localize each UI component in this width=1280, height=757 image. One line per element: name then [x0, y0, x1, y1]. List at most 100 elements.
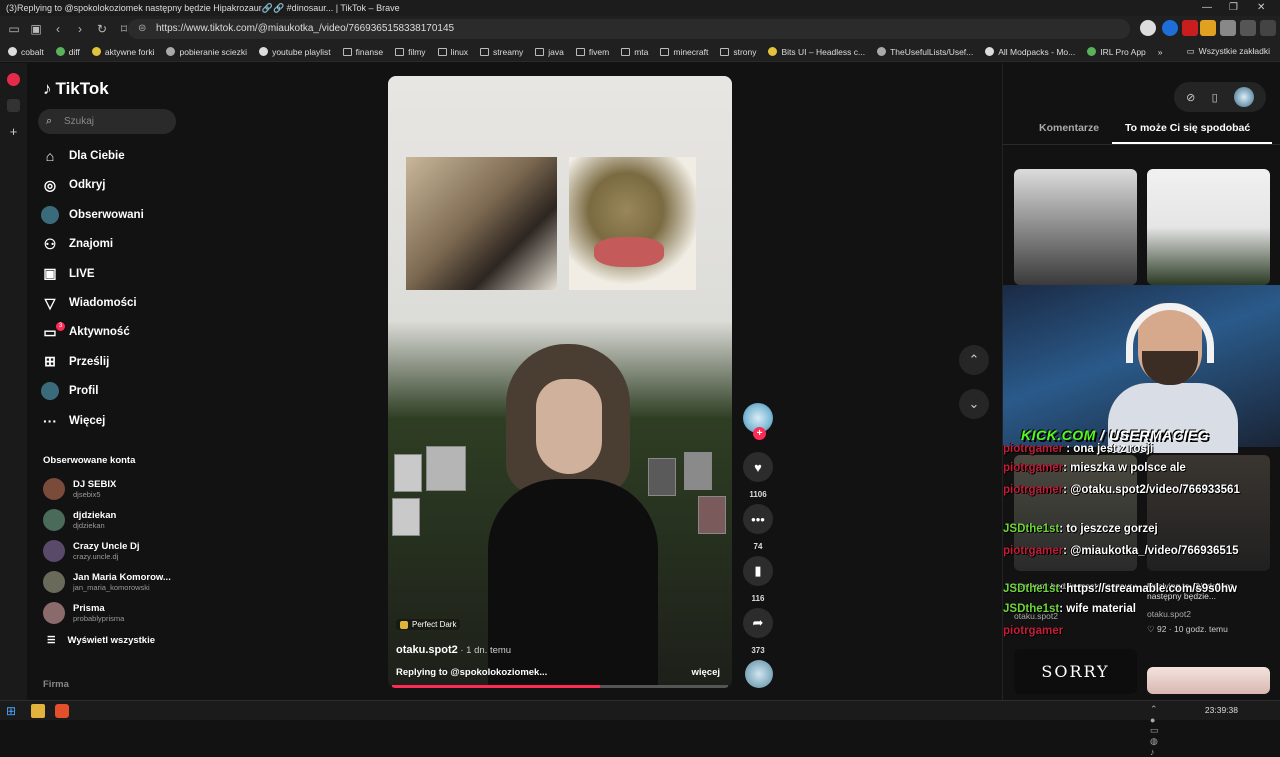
- maximize-icon[interactable]: ❐: [1229, 0, 1238, 16]
- bookmark-item[interactable]: minecraft: [660, 47, 708, 57]
- close-icon[interactable]: ✕: [1257, 0, 1265, 16]
- compass-icon[interactable]: ⊘: [1186, 91, 1195, 104]
- avatar: [43, 571, 65, 593]
- nav-item-prześlij[interactable]: ⊞ Prześlij: [41, 349, 191, 375]
- avatar: [43, 509, 65, 531]
- all-bookmarks[interactable]: ▭ Wszystkie zakładki: [1187, 46, 1270, 57]
- bookmark-item[interactable]: IRL Pro App: [1087, 47, 1146, 57]
- user-avatar[interactable]: [1233, 87, 1254, 107]
- share-button[interactable]: ➦ 373: [742, 608, 774, 655]
- back-icon[interactable]: ‹: [50, 21, 66, 37]
- comment-button[interactable]: ••• 74: [742, 504, 774, 551]
- extensions-menu-icon[interactable]: [1220, 20, 1236, 36]
- video-author[interactable]: otaku.spot2 · 1 dn. temu: [396, 644, 511, 656]
- next-video-button[interactable]: ⌄: [959, 389, 989, 419]
- tab-recommended[interactable]: To może Ci się spodobać: [1125, 122, 1250, 134]
- sidebar-icon[interactable]: ▭: [6, 21, 22, 37]
- folder-icon: [575, 47, 585, 56]
- followed-accounts-title: Obserwowane konta: [43, 455, 136, 466]
- tiktok-logo[interactable]: ♪ TikTok: [43, 79, 109, 99]
- tab-comments[interactable]: Komentarze: [1039, 122, 1099, 134]
- browser-side-rail: +: [0, 63, 27, 700]
- bookmark-item[interactable]: strony: [720, 47, 756, 57]
- show-all-button[interactable]: ☰ Wyświetl wszystkie: [47, 635, 155, 646]
- follow-button[interactable]: +: [753, 427, 766, 440]
- reload-icon[interactable]: ↻: [94, 21, 110, 37]
- streamer: [1108, 303, 1238, 453]
- video-thumbnail[interactable]: SORRY: [1014, 649, 1137, 694]
- search-icon: ⌕: [46, 115, 53, 127]
- video-thumbnail[interactable]: [1147, 169, 1270, 285]
- save-button[interactable]: ▮ 116: [742, 556, 774, 603]
- nav-item-live[interactable]: ▣ LIVE: [41, 261, 191, 287]
- video-progress-bar[interactable]: [392, 685, 728, 688]
- nav-item-wiadomości[interactable]: ▽ Wiadomości: [41, 290, 191, 316]
- nav-item-znajomi[interactable]: ⚇ Znajomi: [41, 231, 191, 257]
- extension-icon[interactable]: [1200, 20, 1216, 36]
- nav-item-profil[interactable]: Profil: [41, 378, 191, 404]
- bookmark-item[interactable]: streamy: [480, 47, 523, 57]
- music-tag[interactable]: Perfect Dark: [396, 619, 461, 630]
- bookmark-item[interactable]: TheUsefulLists/Usef...: [877, 47, 973, 57]
- nav-item-aktywność[interactable]: ▭ Aktywność: [41, 319, 191, 345]
- bookmark-item[interactable]: pobieranie sciezki: [166, 47, 247, 57]
- windows-start-icon[interactable]: ⊞: [6, 704, 20, 718]
- bookmark-item[interactable]: filmy: [395, 47, 426, 57]
- chat-message: piotrgamer: [1003, 625, 1063, 637]
- music-disc-icon[interactable]: [745, 660, 773, 688]
- video-thumbnail[interactable]: [1014, 169, 1137, 285]
- bookmark-item[interactable]: diff: [55, 47, 80, 57]
- video-thumbnail[interactable]: [1147, 667, 1270, 694]
- add-icon[interactable]: +: [7, 125, 20, 138]
- brave-shields-icon[interactable]: [1140, 20, 1156, 36]
- footer-company-link[interactable]: Firma: [43, 679, 69, 690]
- bookmark-item[interactable]: finanse: [342, 47, 383, 57]
- nav-item-obserwowani[interactable]: Obserwowani: [41, 202, 191, 228]
- previous-video-button[interactable]: ⌃: [959, 345, 989, 375]
- bookmark-item[interactable]: cobalt: [8, 47, 44, 57]
- folder-icon: [395, 47, 405, 56]
- brave-taskbar-icon[interactable]: [55, 704, 69, 718]
- chat-username: piotrgamer: [1003, 625, 1064, 637]
- bookmark-item[interactable]: java: [535, 47, 564, 57]
- search-input[interactable]: ⌕ Szukaj: [38, 109, 176, 134]
- followed-account[interactable]: Crazy Uncle Dj crazy.uncle.dj: [43, 538, 140, 564]
- tray-icons[interactable]: ⌃ ● ▭ ◍ ♪: [1150, 704, 1164, 757]
- nav-item-więcej[interactable]: ··· Więcej: [41, 408, 191, 434]
- menu-icon[interactable]: [1260, 20, 1276, 36]
- bookmark-item[interactable]: Bits UI – Headless c...: [768, 47, 865, 57]
- phone-icon[interactable]: ▯: [1212, 91, 1218, 104]
- like-button[interactable]: ♥ 1106: [742, 452, 774, 499]
- wallet-icon[interactable]: [1240, 20, 1256, 36]
- followed-account[interactable]: Jan Maria Komorow... jan_maria_komorowski: [43, 569, 171, 595]
- video-player[interactable]: Perfect Dark otaku.spot2 · 1 dn. temu Re…: [388, 76, 732, 688]
- forward-icon[interactable]: ›: [72, 21, 88, 37]
- followed-account[interactable]: djdziekan djdziekan: [43, 507, 116, 533]
- followed-account[interactable]: DJ SEBIX djsebix5: [43, 476, 116, 502]
- address-bar[interactable]: ⊜ https://www.tiktok.com/@miaukotka_/vid…: [128, 19, 1130, 39]
- thumbnail-meta: ♡ 92 · 10 godz. temu: [1147, 624, 1228, 634]
- github-icon: [877, 47, 887, 56]
- chevron-down-icon: ⌄: [968, 396, 980, 411]
- bookmark-item[interactable]: fivem: [575, 47, 609, 57]
- more-icon: ···: [43, 412, 57, 429]
- tiktok-tab-icon[interactable]: [7, 99, 20, 112]
- minimize-icon[interactable]: —: [1202, 0, 1212, 16]
- tabs-icon[interactable]: ▣: [28, 21, 44, 37]
- notification-icon[interactable]: [7, 73, 20, 86]
- bookmark-item[interactable]: linux: [437, 47, 468, 57]
- followed-account[interactable]: Prisma probablyprisma: [43, 600, 124, 626]
- file-explorer-icon[interactable]: [31, 704, 45, 718]
- extension-icon[interactable]: [1182, 20, 1198, 36]
- bookmark-item[interactable]: aktywne forki: [91, 47, 154, 57]
- bookmark-item[interactable]: All Modpacks - Mo...: [985, 47, 1075, 57]
- bookmarks-overflow-button[interactable]: »: [1158, 47, 1163, 57]
- nav-item-dla-ciebie[interactable]: ⌂ Dla Ciebie: [41, 143, 191, 169]
- extension-icon[interactable]: [1162, 20, 1178, 36]
- bookmark-item[interactable]: mta: [621, 47, 648, 57]
- account-name: Jan Maria Komorow...: [73, 572, 171, 583]
- nav-item-odkryj[interactable]: ◎ Odkryj: [41, 172, 191, 198]
- bookmark-item[interactable]: youtube playlist: [259, 47, 331, 57]
- site-info-icon[interactable]: ⊜: [138, 19, 146, 39]
- more-button[interactable]: więcej: [691, 667, 720, 678]
